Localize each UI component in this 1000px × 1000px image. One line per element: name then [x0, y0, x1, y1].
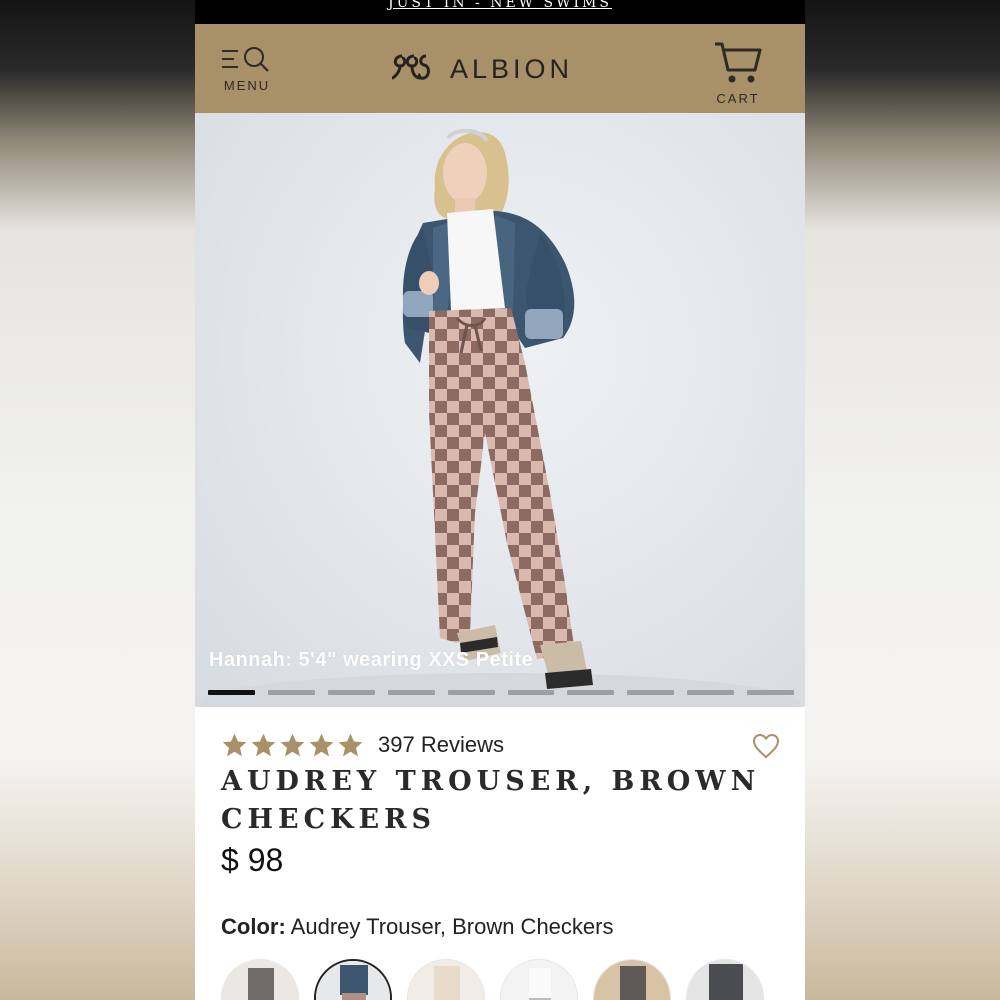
- cart-icon: [713, 42, 763, 90]
- menu-button[interactable]: MENU: [219, 44, 275, 98]
- backdrop-right: [805, 0, 1000, 1000]
- color-swatch[interactable]: [407, 959, 485, 1000]
- brand-name: ALBION: [450, 53, 574, 84]
- site-header: MENU ALBION CART: [195, 24, 805, 113]
- model-photo: [200, 128, 800, 707]
- star-icon: [222, 733, 247, 756]
- albion-logo-icon: [390, 52, 436, 87]
- cart-label: CART: [716, 91, 760, 106]
- color-swatch[interactable]: [500, 959, 578, 1000]
- color-value: Audrey Trouser, Brown Checkers: [290, 914, 614, 939]
- carousel-dot[interactable]: [567, 690, 615, 695]
- star-icon: [338, 733, 363, 756]
- carousel-dot[interactable]: [267, 690, 315, 695]
- reviews-link[interactable]: 397 Reviews: [378, 732, 504, 758]
- color-swatch[interactable]: [221, 959, 299, 1000]
- announcement-text[interactable]: JUST IN - NEW SWIMS: [388, 0, 612, 11]
- brand-logo[interactable]: ALBION: [390, 52, 573, 86]
- color-swatches: [221, 959, 764, 1000]
- menu-search-icon: [219, 44, 273, 76]
- color-swatch[interactable]: [593, 959, 671, 1000]
- carousel-dot[interactable]: [747, 690, 795, 695]
- backdrop-left: [0, 0, 195, 1000]
- color-swatch-selected[interactable]: [314, 959, 392, 1000]
- product-title: AUDREY TROUSER, BROWN CHECKERS: [221, 766, 761, 835]
- color-label: Color:: [221, 914, 286, 939]
- product-info: 397 Reviews AUDREY TROUSER, BROWN CHECKE…: [195, 707, 805, 1000]
- carousel-dot[interactable]: [687, 690, 735, 695]
- star-rating: [221, 732, 364, 759]
- cart-button[interactable]: CART: [710, 40, 766, 106]
- color-swatch[interactable]: [686, 959, 764, 1000]
- model-size-caption: Hannah: 5'4" wearing XXS Petite: [209, 649, 534, 671]
- carousel-dot[interactable]: [627, 690, 675, 695]
- carousel-dot[interactable]: [208, 690, 255, 695]
- carousel-dot[interactable]: [387, 690, 435, 695]
- product-price: $ 98: [221, 842, 284, 878]
- star-icon: [251, 733, 276, 756]
- carousel-dot[interactable]: [447, 690, 495, 695]
- product-image-carousel[interactable]: Hannah: 5'4" wearing XXS Petite: [195, 113, 805, 707]
- carousel-dot[interactable]: [327, 690, 375, 695]
- menu-label: MENU: [223, 78, 271, 93]
- star-icon: [280, 733, 305, 756]
- announcement-bar[interactable]: JUST IN - NEW SWIMS: [195, 0, 805, 24]
- color-selection: Color: Audrey Trouser, Brown Checkers: [221, 914, 613, 940]
- star-icon: [309, 733, 334, 756]
- rating-row[interactable]: 397 Reviews: [221, 729, 504, 761]
- carousel-dot[interactable]: [507, 690, 555, 695]
- phone-screen: JUST IN - NEW SWIMS MENU ALBION CART Han…: [195, 0, 805, 1000]
- carousel-pagination[interactable]: [208, 690, 795, 696]
- heart-icon[interactable]: [752, 733, 780, 759]
